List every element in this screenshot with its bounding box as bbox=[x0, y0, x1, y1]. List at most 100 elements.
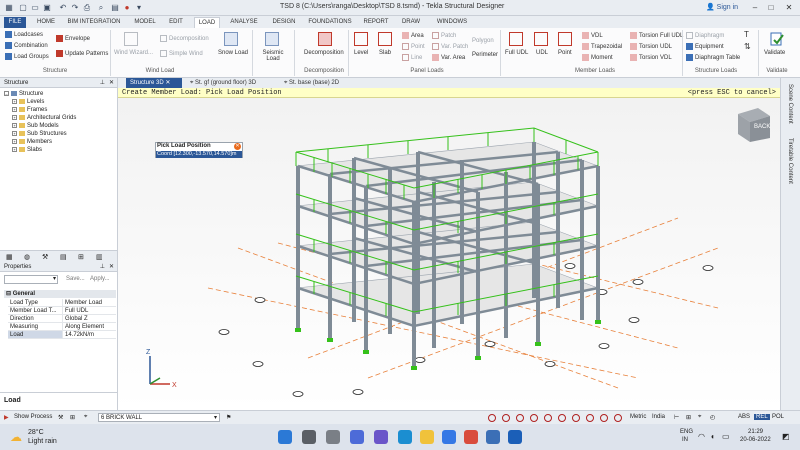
save-properties-button[interactable]: Save... bbox=[66, 276, 85, 282]
structure-tree-icon[interactable]: ▦ bbox=[6, 253, 13, 261]
print-icon[interactable]: ⎙ bbox=[82, 3, 92, 13]
load-groups-button[interactable]: Load Groups bbox=[5, 53, 49, 60]
area-load-button[interactable]: Area bbox=[402, 32, 424, 39]
snap-toggle[interactable] bbox=[600, 414, 608, 422]
widgets-icon[interactable] bbox=[350, 430, 364, 444]
tab-base-2d[interactable]: ⌖ St. base (base) 2D bbox=[280, 78, 360, 88]
filter-icon[interactable]: ⚑ bbox=[226, 414, 231, 421]
polygon-button[interactable]: Polygon bbox=[472, 38, 494, 44]
tab-model[interactable]: MODEL bbox=[130, 17, 160, 28]
snap-toggle[interactable] bbox=[516, 414, 524, 422]
results-icon[interactable]: ▤ bbox=[60, 253, 67, 261]
scene-content-tab[interactable]: Scene Content bbox=[787, 84, 793, 124]
language-code[interactable]: ENG bbox=[680, 429, 693, 435]
wall-type-select[interactable]: 6 BRICK WALL ▾ bbox=[98, 413, 220, 422]
equipment-button[interactable]: Equipment bbox=[686, 43, 724, 50]
minimize-button[interactable]: – bbox=[748, 2, 762, 14]
search-icon[interactable] bbox=[302, 430, 316, 444]
expand-icon[interactable]: + bbox=[12, 147, 17, 152]
tab-foundations[interactable]: FOUNDATIONS bbox=[306, 17, 354, 28]
prop-value[interactable]: 14.72kN/m bbox=[62, 331, 116, 339]
design-icon[interactable]: ⊞ bbox=[78, 253, 84, 261]
member-tool-icon[interactable]: ⚒ bbox=[58, 414, 63, 421]
tree-item-sub-structures[interactable]: + Sub Structures bbox=[12, 131, 67, 138]
open-folder-icon[interactable]: ▭ bbox=[30, 3, 40, 13]
point-member-button[interactable]: Point bbox=[558, 50, 572, 56]
loadcases-button[interactable]: Loadcases bbox=[5, 31, 43, 38]
expand-icon[interactable]: + bbox=[12, 139, 17, 144]
diaphragm-button[interactable]: Diaphragm bbox=[686, 32, 724, 39]
grid-snap-icon[interactable]: ⊞ bbox=[686, 414, 691, 421]
teams-icon[interactable] bbox=[374, 430, 388, 444]
tab-file[interactable]: FILE bbox=[4, 17, 26, 28]
panel-close-icon[interactable]: ✕ bbox=[109, 262, 114, 272]
loads-icon[interactable]: ⚒ bbox=[42, 253, 48, 261]
tree-item-frames[interactable]: + Frames bbox=[12, 107, 47, 114]
ortho-icon[interactable]: ⊢ bbox=[674, 414, 679, 421]
redo-icon[interactable]: ↷ bbox=[70, 3, 80, 13]
report-icon[interactable]: ▥ bbox=[96, 253, 103, 261]
torsion-udl-button[interactable]: Torsion UDL bbox=[630, 43, 672, 50]
collapse-icon[interactable]: – bbox=[4, 91, 9, 96]
decomposition-button[interactable]: Decomposition bbox=[304, 50, 344, 56]
wind-wizard-button[interactable]: Wind Wizard... bbox=[114, 50, 153, 56]
vdl-button[interactable]: VDL bbox=[582, 32, 603, 39]
tab-report[interactable]: REPORT bbox=[360, 17, 392, 28]
var-area-button[interactable]: Var. Area bbox=[432, 54, 465, 61]
view-cube[interactable]: BACK bbox=[732, 104, 772, 144]
point-panel-button[interactable]: Point bbox=[402, 43, 425, 50]
save-icon[interactable]: ▣ bbox=[42, 3, 52, 13]
show-process-button[interactable]: Show Process bbox=[14, 414, 52, 420]
prop-value[interactable]: Member Load bbox=[62, 299, 116, 307]
design-country[interactable]: India bbox=[652, 414, 665, 420]
pick-load-position-dialog[interactable]: Pick Load Position ✕ Coord [12.300,-13.5… bbox=[155, 142, 243, 158]
tab-analyse[interactable]: ANALYSE bbox=[226, 17, 262, 28]
text-size-icon[interactable]: T bbox=[744, 30, 749, 39]
tree-item-members[interactable]: + Members bbox=[12, 139, 52, 146]
panel-close-icon[interactable]: ✕ bbox=[109, 78, 114, 88]
close-icon[interactable]: ✕ bbox=[234, 143, 241, 150]
udl-button[interactable]: UDL bbox=[536, 50, 548, 56]
tab-home[interactable]: HOME bbox=[32, 17, 60, 28]
wifi-icon[interactable]: ◠ bbox=[698, 432, 705, 441]
snap-toggle[interactable] bbox=[530, 414, 538, 422]
prop-value[interactable]: Global Z bbox=[62, 315, 116, 323]
units-system[interactable]: Metric bbox=[630, 414, 646, 420]
layout-icon[interactable]: ▤ bbox=[110, 3, 120, 13]
snap-toggle[interactable] bbox=[572, 414, 580, 422]
simple-wind-button[interactable]: Simple Wind bbox=[160, 50, 203, 57]
tab-windows[interactable]: WINDOWS bbox=[432, 17, 472, 28]
arrows-icon[interactable]: ⇅ bbox=[744, 42, 751, 51]
properties-set-select[interactable]: ▾ bbox=[4, 275, 58, 284]
tree-item-slabs[interactable]: + Slabs bbox=[12, 147, 42, 154]
chrome-icon[interactable] bbox=[464, 430, 478, 444]
grid-tool-icon[interactable]: ⊞ bbox=[70, 414, 75, 421]
snap-toggle[interactable] bbox=[544, 414, 552, 422]
general-section-header[interactable]: ⊟ General bbox=[4, 290, 116, 298]
pol-coordinates-toggle[interactable]: POL bbox=[772, 414, 784, 420]
tree-item-structure[interactable]: – Structure bbox=[4, 91, 43, 98]
tab-bim-integration[interactable]: BIM INTEGRATION bbox=[64, 17, 124, 28]
tab-edit[interactable]: EDIT bbox=[164, 17, 188, 28]
tab-structure-3d[interactable]: Structure 3D ✕ bbox=[126, 78, 182, 88]
coordinate-input[interactable]: Coord [12.300,-13.570,14.570]m bbox=[156, 151, 242, 158]
rel-coordinates-toggle[interactable]: REL bbox=[754, 414, 770, 420]
level-load-button[interactable]: Level bbox=[354, 50, 368, 56]
tab-ground-floor-3d[interactable]: ⌖ St. gf (ground floor) 3D bbox=[186, 78, 278, 88]
cursor-icon[interactable]: ⌖ bbox=[698, 414, 701, 421]
tree-item-architectural-grids[interactable]: + Architectural Grids bbox=[12, 115, 76, 122]
seismic-load-button[interactable]: Seismic Load bbox=[259, 50, 287, 62]
snap-toggle[interactable] bbox=[586, 414, 594, 422]
diaphragm-table-button[interactable]: Diaphragm Table bbox=[686, 54, 740, 61]
tab-draw[interactable]: DRAW bbox=[398, 17, 424, 28]
decomposition-wind-button[interactable]: Decomposition bbox=[160, 35, 209, 42]
clock-date[interactable]: 20-06-2022 bbox=[740, 437, 771, 443]
tab-load[interactable]: LOAD bbox=[194, 17, 220, 28]
validate-button[interactable]: Validate bbox=[764, 50, 785, 56]
orbit-icon[interactable]: ◴ bbox=[710, 414, 715, 421]
play-icon[interactable]: ▶ bbox=[4, 414, 9, 421]
perimeter-button[interactable]: Perimeter bbox=[472, 52, 498, 58]
apply-properties-button[interactable]: Apply... bbox=[90, 276, 110, 282]
snap-toggle[interactable] bbox=[488, 414, 496, 422]
tekla-icon[interactable] bbox=[486, 430, 500, 444]
